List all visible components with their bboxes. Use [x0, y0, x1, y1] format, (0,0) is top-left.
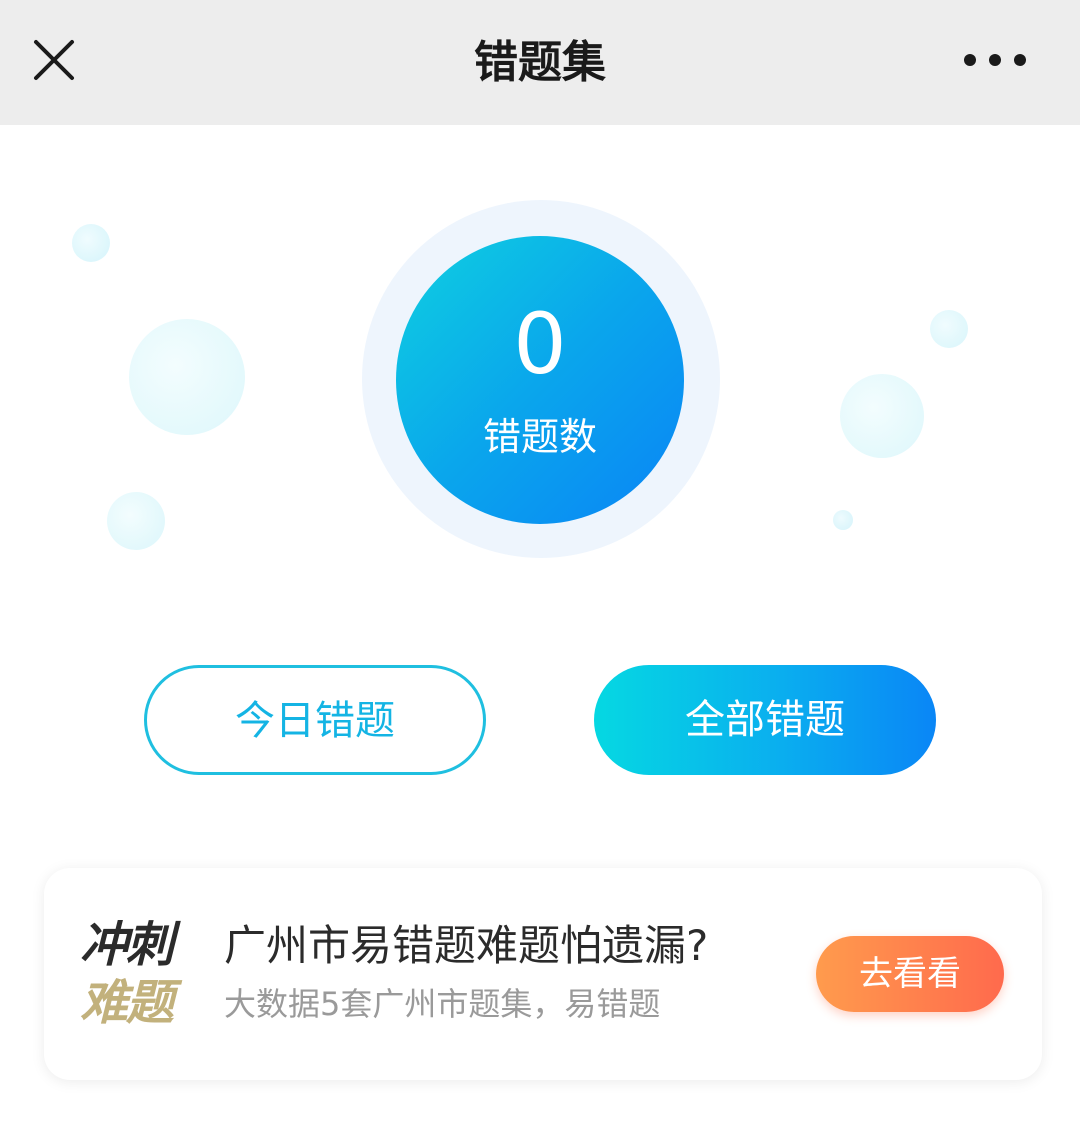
decorative-bubble — [72, 224, 110, 262]
sprint-logo: 冲刺 难题 — [80, 916, 190, 1036]
page-title: 错题集 — [474, 37, 606, 88]
more-dots-icon[interactable] — [950, 42, 1040, 78]
logo-line1: 冲刺 — [80, 917, 174, 973]
top-navbar: 错题集 — [0, 0, 1080, 125]
decorative-bubble — [833, 510, 853, 530]
today-wrong-button[interactable]: 今日错题 — [144, 665, 486, 775]
promo-subtitle: 大数据5套广州市题集，易错题 — [224, 985, 661, 1023]
promo-title: 广州市易错题难题怕遗漏? — [224, 921, 709, 970]
wrong-count-value: 0 — [513, 295, 567, 393]
decorative-bubble — [129, 319, 245, 435]
wrong-count-circle: 0 错题数 — [396, 236, 684, 524]
decorative-bubble — [107, 492, 165, 550]
wrong-count-label: 错题数 — [482, 415, 597, 459]
decorative-bubble — [930, 310, 968, 348]
wrong-questions-page: 错题集 0 错题数 今日错题 全部错题 冲刺 难题 广州市易错题难题怕遗漏? 大… — [0, 0, 1080, 1140]
close-icon[interactable] — [24, 30, 84, 90]
all-wrong-button[interactable]: 全部错题 — [594, 665, 936, 775]
go-see-button[interactable]: 去看看 — [816, 936, 1004, 1012]
promo-card[interactable]: 冲刺 难题 广州市易错题难题怕遗漏? 大数据5套广州市题集，易错题 去看看 — [44, 868, 1042, 1080]
logo-line2: 难题 — [80, 975, 174, 1031]
decorative-bubble — [840, 374, 924, 458]
